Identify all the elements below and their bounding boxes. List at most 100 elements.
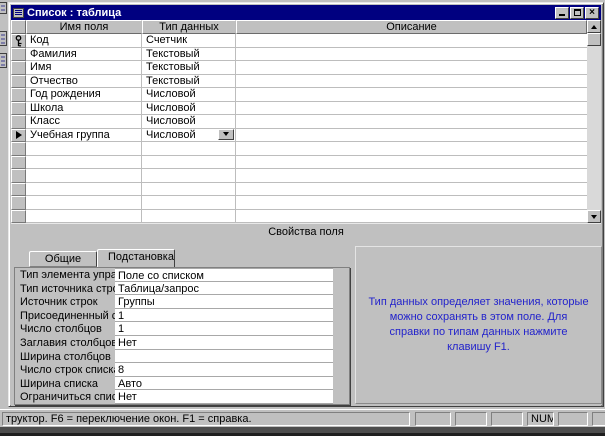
field-description-cell[interactable] [236,196,587,210]
minimize-button[interactable] [555,7,569,19]
field-name-cell[interactable] [26,183,142,197]
row-selector[interactable] [11,156,26,170]
field-description-cell[interactable] [236,48,587,62]
property-value-field[interactable]: Таблица/запрос [115,282,333,296]
field-name-cell[interactable]: Школа [26,102,142,116]
maximize-button[interactable] [570,7,584,19]
property-row: Источник строк Группы [15,295,333,309]
toolbar-fragment-icon [0,2,7,14]
field-description-cell[interactable] [236,169,587,183]
window-titlebar: Список : таблица × [11,5,601,20]
scrollbar-thumb[interactable] [587,33,601,46]
field-type-cell[interactable] [142,142,236,156]
row-selector[interactable] [11,102,26,116]
field-name-cell[interactable]: Класс [26,115,142,129]
row-selector[interactable] [11,169,26,183]
field-type-cell[interactable] [142,169,236,183]
field-type-cell[interactable]: Текстовый [142,61,236,75]
field-type-cell[interactable] [142,210,236,224]
property-row: Ограничиться списком Нет [15,390,333,404]
row-selector[interactable] [11,196,26,210]
property-value-field[interactable]: Авто [115,377,333,391]
property-value-field[interactable] [115,350,333,364]
field-name-cell[interactable] [26,169,142,183]
data-type-dropdown-button[interactable] [218,129,234,140]
vertical-scrollbar[interactable] [587,20,601,223]
field-description-cell[interactable] [236,88,587,102]
field-type-cell[interactable]: Числовой [142,129,236,143]
field-name-cell[interactable] [26,196,142,210]
property-value-field[interactable]: Поле со списком [115,268,333,282]
row-selector[interactable] [11,75,26,89]
property-value-field[interactable]: 8 [115,363,333,377]
scroll-down-button[interactable] [587,210,601,223]
column-header-field-name[interactable]: Имя поля [26,20,142,34]
scrollbar-track[interactable] [587,46,601,210]
field-description-cell[interactable] [236,75,587,89]
table-row: Школа Числовой [11,102,587,116]
field-name-cell[interactable] [26,210,142,224]
field-type-cell[interactable]: Текстовый [142,75,236,89]
field-name-cell[interactable]: Имя [26,61,142,75]
field-name-cell[interactable] [26,142,142,156]
property-row: Присоединенный столбец 1 [15,309,333,323]
status-panel [415,412,451,426]
grid-corner-cell [11,20,26,34]
property-value-field[interactable]: Нет [115,390,333,404]
field-name-cell[interactable]: Год рождения [26,88,142,102]
tab-general[interactable]: Общие [29,251,97,267]
close-button[interactable]: × [585,7,599,19]
field-name-cell[interactable]: Код [26,34,142,48]
field-description-cell[interactable] [236,115,587,129]
field-name-cell[interactable] [26,156,142,170]
property-value-field[interactable]: 1 [115,322,333,336]
field-description-cell[interactable] [236,142,587,156]
field-description-cell[interactable] [236,183,587,197]
row-selector-current[interactable] [11,129,26,143]
row-selector[interactable] [11,142,26,156]
row-selector[interactable] [11,183,26,197]
field-type-cell[interactable] [142,183,236,197]
row-selector[interactable] [11,48,26,62]
field-type-cell[interactable]: Текстовый [142,48,236,62]
empty-table-row [11,156,587,170]
field-type-cell[interactable]: Числовой [142,88,236,102]
field-description-cell[interactable] [236,34,587,48]
empty-table-row [11,169,587,183]
scroll-up-icon [591,25,597,29]
row-selector[interactable] [11,34,26,48]
property-label: Ширина столбцов [15,350,115,364]
column-header-data-type[interactable]: Тип данных [142,20,236,34]
field-type-cell[interactable] [142,156,236,170]
window-title: Список : таблица [27,7,554,19]
field-type-cell[interactable]: Счетчик [142,34,236,48]
scroll-down-icon [591,215,597,219]
field-description-cell[interactable] [236,102,587,116]
column-header-description[interactable]: Описание [236,20,587,34]
field-description-cell[interactable] [236,129,587,143]
status-panel [491,412,523,426]
row-selector[interactable] [11,88,26,102]
field-type-cell[interactable]: Числовой [142,102,236,116]
property-value-field[interactable]: Группы [115,295,333,309]
field-description-cell[interactable] [236,61,587,75]
field-properties-caption: Свойства поля [11,223,601,240]
field-type-cell[interactable]: Числовой [142,115,236,129]
scroll-up-button[interactable] [587,20,601,33]
field-type-cell[interactable] [142,196,236,210]
field-description-cell[interactable] [236,156,587,170]
row-selector[interactable] [11,210,26,224]
empty-table-row [11,210,587,224]
field-name-cell[interactable]: Фамилия [26,48,142,62]
field-description-cell[interactable] [236,210,587,224]
tab-lookup[interactable]: Подстановка [97,249,175,267]
field-name-cell[interactable]: Учебная группа [26,129,142,143]
table-window-icon[interactable] [13,8,24,18]
row-selector[interactable] [11,61,26,75]
property-value-field[interactable]: Нет [115,336,333,350]
toolbar-fragment-icon [0,53,7,68]
property-value-field[interactable]: 1 [115,309,333,323]
row-selector[interactable] [11,115,26,129]
field-name-cell[interactable]: Отчество [26,75,142,89]
status-bar: труктор. F6 = переключение окон. F1 = сп… [0,409,605,427]
